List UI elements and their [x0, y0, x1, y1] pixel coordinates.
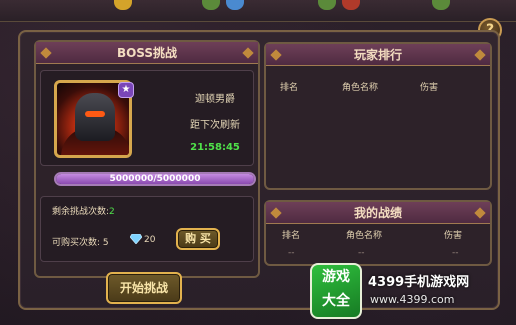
green-item-icon: [318, 0, 336, 10]
ranking-col-name: 角色名称: [342, 83, 379, 93]
green-item-icon: [432, 0, 450, 10]
ranking-col-rank: 排名: [280, 83, 299, 93]
my-col-rank: 排名: [282, 231, 301, 241]
remaining-challenges-label: 剩余挑战次数:: [52, 207, 110, 217]
red-item-icon: [342, 0, 360, 10]
gold-icon: [114, 0, 132, 10]
diamond-gem-icon: [130, 234, 142, 244]
my-record-panel-title: 我的战绩: [266, 202, 490, 224]
start-challenge-button[interactable]: 开始挑战: [106, 272, 182, 304]
watermark-logo-line2: 大全: [322, 293, 350, 309]
purchasable-count: 可购买次数: 5: [52, 238, 109, 248]
boss-visor: [85, 111, 105, 117]
top-resource-bar: [0, 0, 516, 22]
ranking-panel: 玩家排行 排名 角色名称 伤害: [264, 42, 492, 190]
refresh-label: 距下次刷新: [190, 120, 240, 131]
ranking-col-damage: 伤害: [420, 83, 439, 93]
buy-button[interactable]: 购 买: [176, 228, 220, 250]
watermark-logo-line1: 游戏: [322, 269, 350, 285]
my-value-name: --: [358, 248, 365, 258]
boss-rank-badge-icon: ★: [118, 82, 134, 98]
remaining-challenges-value: 2: [109, 207, 115, 217]
site-watermark: 游戏 大全 4399手机游戏网 www.4399.com: [310, 263, 510, 319]
my-value-rank: --: [288, 248, 295, 258]
green-item-icon: [202, 0, 220, 10]
my-col-name: 角色名称: [346, 231, 383, 241]
ranking-panel-title: 玩家排行: [266, 44, 490, 66]
my-record-panel: 我的战绩 排名 角色名称 伤害 -- -- --: [264, 200, 492, 266]
boss-helm: [75, 93, 115, 141]
boss-name: 迦顿男爵: [195, 94, 235, 105]
gem-cost: 20: [144, 235, 156, 245]
watermark-logo: 游戏 大全: [310, 263, 362, 319]
my-value-damage: --: [452, 248, 459, 258]
boss-panel-title: BOSS挑战: [36, 42, 258, 64]
refresh-countdown: 21:58:45: [190, 142, 240, 153]
remaining-challenges: 剩余挑战次数:2: [52, 204, 115, 217]
watermark-site-name: 4399手机游戏网: [368, 275, 470, 290]
gem-resource-icon: [226, 0, 244, 10]
watermark-url: www.4399.com: [370, 293, 455, 306]
boss-hp-text: 5000000/5000000: [109, 174, 201, 184]
my-col-damage: 伤害: [444, 231, 463, 241]
boss-hp-bar: 5000000/5000000: [54, 172, 256, 186]
